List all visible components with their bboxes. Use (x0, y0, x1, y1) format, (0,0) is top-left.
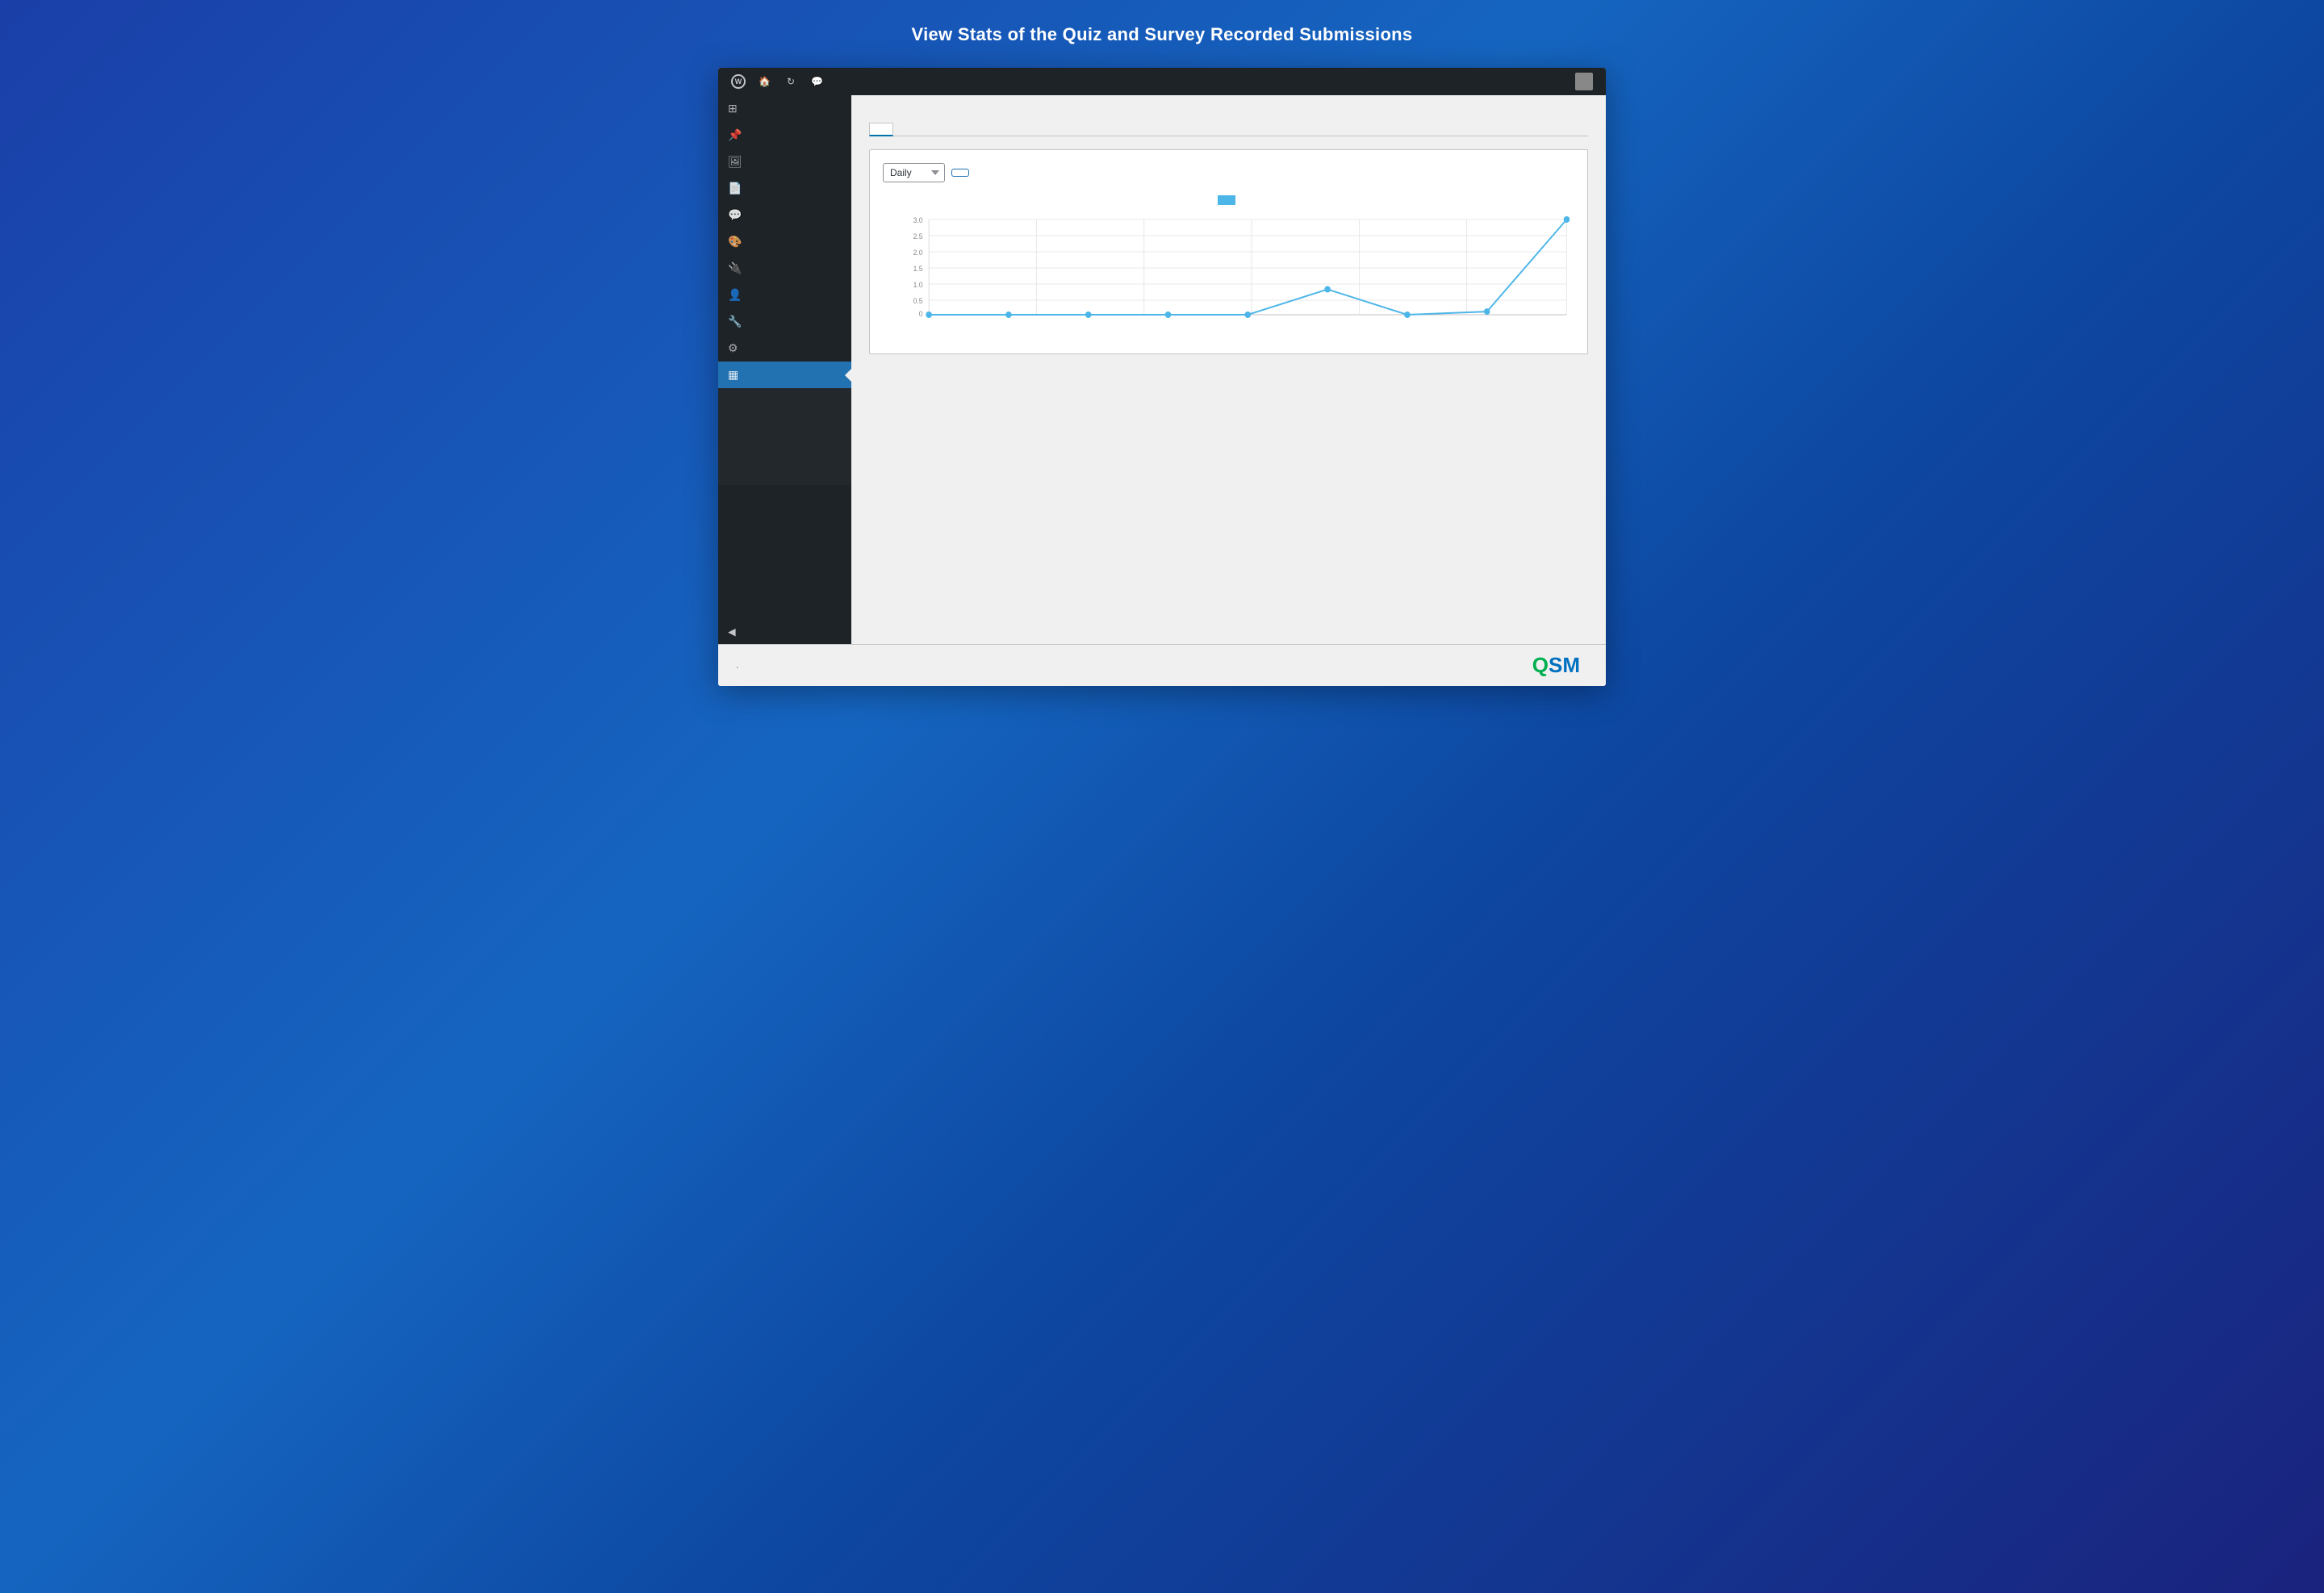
sidebar-item-tools[interactable]: 🔧 (718, 308, 851, 335)
qsm-icon: ▦ (728, 368, 738, 382)
svg-text:0: 0 (919, 310, 923, 318)
collapse-icon: ◀ (728, 625, 736, 638)
updates-icon: ↻ (787, 76, 795, 87)
home-icon: 🏠 (759, 76, 771, 87)
footer-right: QSM (1532, 653, 1588, 678)
sidebar-item-dashboard[interactable]: ⊞ (718, 95, 851, 122)
qsm-submenu-quizzes[interactable] (718, 398, 851, 408)
updates-item[interactable]: ↻ (780, 68, 805, 95)
main-content: Daily Weekly Monthly (851, 95, 1606, 644)
footer-text: . (736, 661, 738, 671)
qsm-submenu-addon[interactable] (718, 446, 851, 456)
users-icon: 👤 (728, 288, 742, 302)
svg-text:3.0: 3.0 (913, 216, 923, 224)
comments-icon: 💬 (728, 208, 742, 222)
appearance-icon: 🎨 (728, 235, 742, 249)
sidebar-item-users[interactable]: 👤 (718, 282, 851, 308)
sidebar-item-comments[interactable]: 💬 (718, 202, 851, 228)
data-point (926, 311, 932, 318)
tab-submissions[interactable] (869, 123, 893, 136)
comments-icon: 💬 (811, 76, 823, 87)
legend-color-swatch (1218, 195, 1235, 205)
qsm-submenu-help[interactable] (718, 475, 851, 485)
qsm-submenu-dashboard[interactable] (718, 388, 851, 398)
chart-controls: Daily Weekly Monthly (883, 163, 1574, 182)
qsm-submenu-settings[interactable] (718, 417, 851, 427)
sidebar-item-posts[interactable]: 📌 (718, 122, 851, 148)
data-point (1404, 311, 1411, 318)
new-item[interactable] (833, 68, 846, 95)
plugins-icon: 🔌 (728, 261, 742, 275)
avatar (1575, 73, 1593, 90)
line-chart-svg: 3.0 2.5 2.0 1.5 1.0 0.5 0 (883, 211, 1574, 324)
tools-icon: 🔧 (728, 315, 742, 328)
page-headline: View Stats of the Quiz and Survey Record… (912, 24, 1413, 45)
svg-text:2.5: 2.5 (913, 232, 923, 240)
qsm-submenu-stats[interactable] (718, 437, 851, 446)
svg-text:1.5: 1.5 (913, 265, 923, 273)
main-layout: ⊞ 📌 🖼 📄 💬 🎨 (718, 95, 1606, 644)
data-point (1564, 216, 1570, 223)
collapse-menu[interactable]: ◀ (718, 619, 851, 644)
sidebar-item-qsm[interactable]: ▦ (718, 362, 851, 388)
qsm-submenu-about[interactable] (718, 466, 851, 475)
settings-icon: ⚙ (728, 341, 738, 355)
period-select[interactable]: Daily Weekly Monthly (883, 163, 945, 182)
chart-container: Daily Weekly Monthly (869, 149, 1588, 354)
qsm-submenu-free-addon[interactable] (718, 456, 851, 466)
dashboard-icon: ⊞ (728, 102, 738, 115)
data-point (1005, 311, 1012, 318)
data-point (1085, 311, 1092, 318)
wp-logo-item[interactable]: W (725, 68, 752, 95)
comments-item[interactable]: 💬 (805, 68, 833, 95)
filter-button[interactable] (951, 169, 969, 177)
qsm-submenu-results[interactable] (718, 408, 851, 417)
data-point (1165, 311, 1172, 318)
tab-bar (869, 123, 1588, 136)
qsm-footer-logo: QSM (1532, 653, 1580, 678)
sidebar-item-pages[interactable]: 📄 (718, 175, 851, 202)
sidebar-item-appearance[interactable]: 🎨 (718, 228, 851, 255)
chart-area: 3.0 2.5 2.0 1.5 1.0 0.5 0 (883, 211, 1574, 341)
chart-legend (883, 195, 1574, 205)
data-point (1484, 308, 1490, 315)
pages-icon: 📄 (728, 182, 742, 195)
sidebar-item-settings[interactable]: ⚙ (718, 335, 851, 362)
howdy-item[interactable] (1562, 68, 1599, 95)
sidebar: ⊞ 📌 🖼 📄 💬 🎨 (718, 95, 851, 644)
wp-footer: . QSM (718, 644, 1606, 686)
sidebar-arrow (845, 369, 851, 382)
media-icon: 🖼 (728, 155, 742, 169)
data-point (1244, 311, 1251, 318)
home-item[interactable]: 🏠 (752, 68, 780, 95)
sidebar-item-plugins[interactable]: 🔌 (718, 255, 851, 282)
data-point (1324, 286, 1331, 293)
posts-icon: 📌 (728, 128, 742, 142)
qsm-submenu (718, 388, 851, 485)
svg-text:0.5: 0.5 (913, 297, 923, 305)
wp-icon: W (731, 74, 746, 89)
qsm-submenu-tools[interactable] (718, 427, 851, 437)
sidebar-item-media[interactable]: 🖼 (718, 148, 851, 175)
svg-text:2.0: 2.0 (913, 249, 923, 257)
admin-bar: W 🏠 ↻ 💬 (718, 68, 1606, 95)
svg-text:1.0: 1.0 (913, 281, 923, 289)
